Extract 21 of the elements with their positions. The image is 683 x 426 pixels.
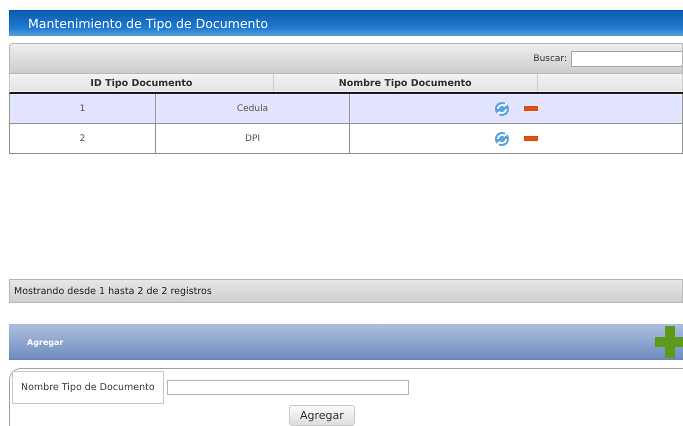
add-button[interactable]: Agregar (289, 405, 355, 426)
input-field[interactable] (166, 380, 409, 395)
table-cell: Cedula (156, 94, 350, 123)
search-label: Buscar: (533, 54, 567, 64)
table-cell: 1 (10, 94, 156, 123)
page-title: Mantenimiento de Tipo de Documento (9, 10, 683, 36)
table-cell: DPI (156, 124, 350, 153)
delete-icon[interactable] (524, 106, 538, 111)
refresh-icon[interactable] (494, 130, 510, 146)
column-header[interactable]: ID Tipo Documento (10, 74, 274, 92)
refresh-icon[interactable] (494, 100, 510, 116)
add-icon[interactable] (655, 326, 683, 358)
panel-title: Agregar (27, 338, 64, 346)
table-cell: 2 (10, 124, 156, 153)
field-label: Nombre Tipo de Documento (12, 371, 164, 404)
table-row[interactable]: 2 DPI (9, 124, 683, 154)
delete-icon[interactable] (524, 136, 538, 141)
search-field[interactable] (571, 50, 682, 66)
record-count: Mostrando desde 1 hasta 2 de 2 registros (14, 286, 212, 296)
table-row[interactable]: 1 Cedula (9, 94, 683, 124)
column-header[interactable]: Nombre Tipo Documento (274, 74, 538, 92)
